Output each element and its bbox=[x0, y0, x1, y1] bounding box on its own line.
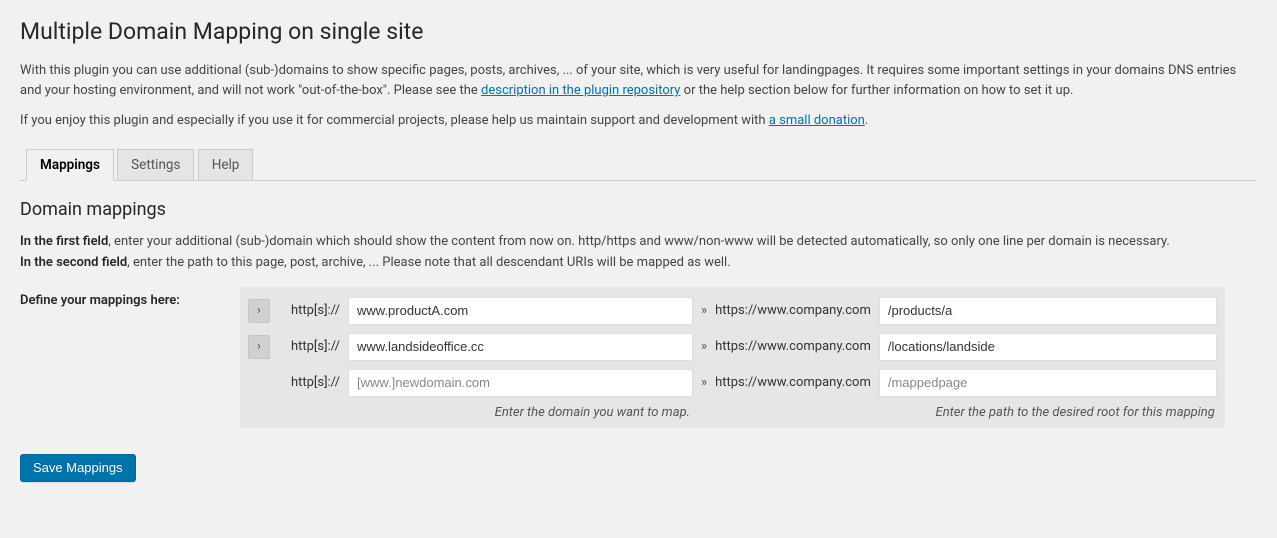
scheme-label: http[s]:// bbox=[278, 339, 340, 354]
scheme-label: http[s]:// bbox=[278, 303, 340, 318]
domain-hint: Enter the domain you want to map. bbox=[246, 405, 690, 420]
domain-input[interactable] bbox=[348, 333, 693, 361]
base-url-label: https://www.company.com bbox=[715, 339, 871, 354]
intro-text-2a: If you enjoy this plugin and especially … bbox=[20, 113, 769, 128]
arrow-icon: » bbox=[701, 303, 707, 318]
base-url-label: https://www.company.com bbox=[715, 375, 871, 390]
define-mappings-label: Define your mappings here: bbox=[20, 283, 220, 308]
tab-bar: Mappings Settings Help bbox=[20, 149, 1257, 181]
mappings-panel: › http[s]:// » https://www.company.com ›… bbox=[240, 287, 1225, 428]
intro-paragraph-1: With this plugin you can use additional … bbox=[20, 61, 1257, 101]
second-field-text: , enter the path to this page, post, arc… bbox=[127, 255, 730, 270]
mapping-row-new: http[s]:// » https://www.company.com bbox=[246, 365, 1219, 401]
arrow-icon: » bbox=[701, 375, 707, 390]
hints-row: Enter the domain you want to map. Enter … bbox=[246, 405, 1219, 420]
donation-link[interactable]: a small donation bbox=[769, 113, 865, 128]
intro-paragraph-2: If you enjoy this plugin and especially … bbox=[20, 111, 1257, 131]
domain-input[interactable] bbox=[348, 297, 693, 325]
first-field-label: In the first field bbox=[20, 234, 108, 249]
first-field-text: , enter your additional (sub-)domain whi… bbox=[108, 234, 1170, 249]
path-input-new[interactable] bbox=[879, 369, 1217, 397]
path-hint: Enter the path to the desired root for t… bbox=[690, 405, 1219, 420]
tab-help[interactable]: Help bbox=[198, 149, 254, 181]
page-title: Multiple Domain Mapping on single site bbox=[20, 18, 1257, 45]
tab-settings[interactable]: Settings bbox=[117, 149, 194, 181]
path-input[interactable] bbox=[879, 333, 1217, 361]
expand-toggle[interactable]: › bbox=[248, 335, 270, 359]
scheme-label: http[s]:// bbox=[278, 375, 340, 390]
intro-text-2b: . bbox=[865, 113, 868, 128]
section-heading: Domain mappings bbox=[20, 199, 1257, 220]
instructions: In the first field, enter your additiona… bbox=[20, 232, 1257, 272]
mapping-row: › http[s]:// » https://www.company.com bbox=[246, 329, 1219, 365]
tab-mappings[interactable]: Mappings bbox=[26, 149, 114, 181]
mapping-row: › http[s]:// » https://www.company.com bbox=[246, 293, 1219, 329]
save-mappings-button[interactable]: Save Mappings bbox=[20, 454, 136, 482]
path-input[interactable] bbox=[879, 297, 1217, 325]
domain-input-new[interactable] bbox=[348, 369, 693, 397]
expand-placeholder bbox=[248, 371, 270, 395]
expand-toggle[interactable]: › bbox=[248, 299, 270, 323]
repo-description-link[interactable]: description in the plugin repository bbox=[481, 83, 680, 98]
arrow-icon: » bbox=[701, 339, 707, 354]
intro-text-1b: or the help section below for further in… bbox=[680, 83, 1073, 98]
base-url-label: https://www.company.com bbox=[715, 303, 871, 318]
second-field-label: In the second field bbox=[20, 255, 127, 270]
